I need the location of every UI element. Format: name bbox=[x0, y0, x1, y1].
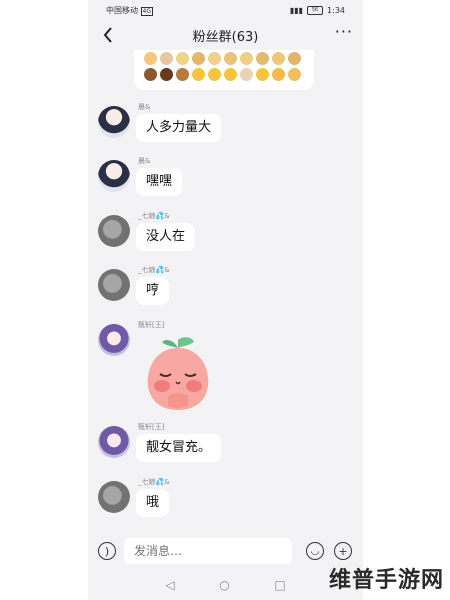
nav-back-icon[interactable]: ◁ bbox=[165, 578, 174, 592]
sender-name: _七娘💦& bbox=[138, 478, 170, 486]
carrier-label: 中国移动 4G bbox=[106, 5, 154, 16]
message-bubble[interactable]: 哦 bbox=[136, 489, 170, 517]
emoji-icon bbox=[144, 52, 157, 65]
more-options-button[interactable]: ··· bbox=[335, 22, 353, 41]
avatar[interactable] bbox=[98, 215, 130, 247]
emoji-icon bbox=[256, 52, 269, 65]
nav-home-icon[interactable]: ○ bbox=[219, 578, 229, 592]
voice-input-button[interactable]: ) bbox=[98, 542, 116, 560]
emoji-button[interactable]: ◡ bbox=[306, 542, 324, 560]
emoji-icon bbox=[224, 68, 237, 81]
avatar[interactable] bbox=[98, 160, 130, 192]
emoji-icon bbox=[192, 52, 205, 65]
message-bubble[interactable]: 人多力量大 bbox=[136, 114, 222, 142]
emoji-icon bbox=[144, 68, 157, 81]
emoji-icon bbox=[176, 68, 189, 81]
nav-recent-icon[interactable]: □ bbox=[274, 578, 285, 592]
message-input[interactable] bbox=[124, 538, 292, 564]
emoji-icon bbox=[240, 52, 253, 65]
time-label: 1:34 bbox=[327, 5, 345, 15]
avatar[interactable] bbox=[98, 269, 130, 301]
emoji-icon bbox=[176, 52, 189, 65]
back-button[interactable] bbox=[98, 24, 118, 46]
message-bubble[interactable]: 靓女冒充。 bbox=[136, 434, 222, 462]
emoji-message-bubble[interactable] bbox=[134, 50, 314, 90]
smiley-icon: ◡ bbox=[310, 545, 320, 557]
sender-name: 甄轩[王] bbox=[138, 423, 165, 431]
message-bubble[interactable]: 嘿嘿 bbox=[136, 168, 183, 196]
site-watermark: 维普手游网 bbox=[328, 568, 444, 593]
emoji-icon bbox=[288, 52, 301, 65]
emoji-icon bbox=[192, 68, 205, 81]
avatar[interactable] bbox=[98, 324, 130, 356]
add-button[interactable]: + bbox=[334, 542, 352, 560]
sender-name: _七娘💦& bbox=[138, 266, 170, 274]
message-bubble[interactable]: 哼 bbox=[136, 277, 170, 305]
emoji-icon bbox=[256, 68, 269, 81]
chat-screen: 中国移动 4G ▮▮▮ 56 1:34 粉丝群(63) ··· 晨& 人多力量大… bbox=[88, 0, 363, 600]
emoji-icon bbox=[208, 52, 221, 65]
battery-icon: 56 bbox=[307, 5, 324, 15]
page-title: 粉丝群(63) bbox=[192, 29, 259, 45]
voice-icon: ) bbox=[104, 544, 110, 558]
emoji-icon bbox=[240, 68, 253, 81]
emoji-icon bbox=[288, 68, 301, 81]
avatar[interactable] bbox=[98, 106, 130, 138]
message-input-bar: ) ◡ + bbox=[88, 532, 363, 570]
chat-header: 粉丝群(63) ··· bbox=[88, 20, 363, 50]
sender-name: 晨& bbox=[138, 157, 151, 165]
status-bar: 中国移动 4G ▮▮▮ 56 1:34 bbox=[88, 0, 363, 20]
avatar[interactable] bbox=[98, 481, 130, 513]
sender-name: 甄轩[王] bbox=[138, 321, 165, 329]
sender-name: 晨& bbox=[138, 103, 151, 111]
emoji-icon bbox=[160, 52, 173, 65]
peach-sticker[interactable] bbox=[138, 334, 218, 414]
sender-name: _七娘💦& bbox=[138, 212, 170, 220]
system-nav-bar: ◁ ○ □ bbox=[88, 570, 363, 600]
emoji-icon bbox=[208, 68, 221, 81]
avatar[interactable] bbox=[98, 426, 130, 458]
signal-icon: ▮▮▮ bbox=[289, 5, 304, 15]
emoji-icon bbox=[160, 68, 173, 81]
emoji-icon bbox=[272, 68, 285, 81]
emoji-icon bbox=[272, 52, 285, 65]
plus-icon: + bbox=[338, 544, 348, 558]
emoji-icon bbox=[224, 52, 237, 65]
message-bubble[interactable]: 没人在 bbox=[136, 223, 196, 251]
